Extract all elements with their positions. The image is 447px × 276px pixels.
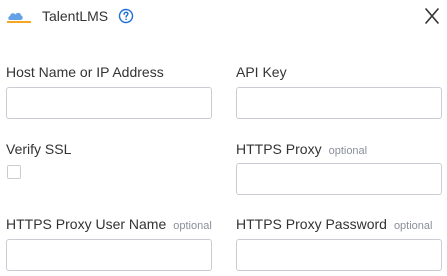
proxy-password-input[interactable]: [236, 239, 442, 271]
proxy-user-label: HTTPS Proxy User Name optional: [6, 216, 212, 232]
host-input[interactable]: [6, 87, 212, 119]
optional-hint: optional: [173, 220, 212, 232]
api-key-label: API Key: [236, 64, 287, 80]
host-label: Host Name or IP Address: [6, 64, 164, 80]
app-title: TalentLMS: [42, 8, 109, 24]
proxy-password-label: HTTPS Proxy Password optional: [236, 216, 433, 232]
optional-hint: optional: [328, 145, 368, 157]
dialog-header: TalentLMS: [0, 0, 447, 34]
talentlms-logo-icon: [7, 12, 31, 23]
help-circle-icon[interactable]: [118, 8, 134, 24]
verify-ssl-label: Verify SSL: [6, 141, 72, 157]
optional-hint: optional: [393, 220, 433, 232]
proxy-user-input[interactable]: [6, 239, 212, 271]
close-icon[interactable]: [424, 7, 440, 25]
verify-ssl-checkbox[interactable]: [7, 165, 21, 179]
https-proxy-label: HTTPS Proxy optional: [236, 141, 368, 157]
api-key-input[interactable]: [236, 87, 442, 119]
https-proxy-input[interactable]: [236, 163, 442, 195]
